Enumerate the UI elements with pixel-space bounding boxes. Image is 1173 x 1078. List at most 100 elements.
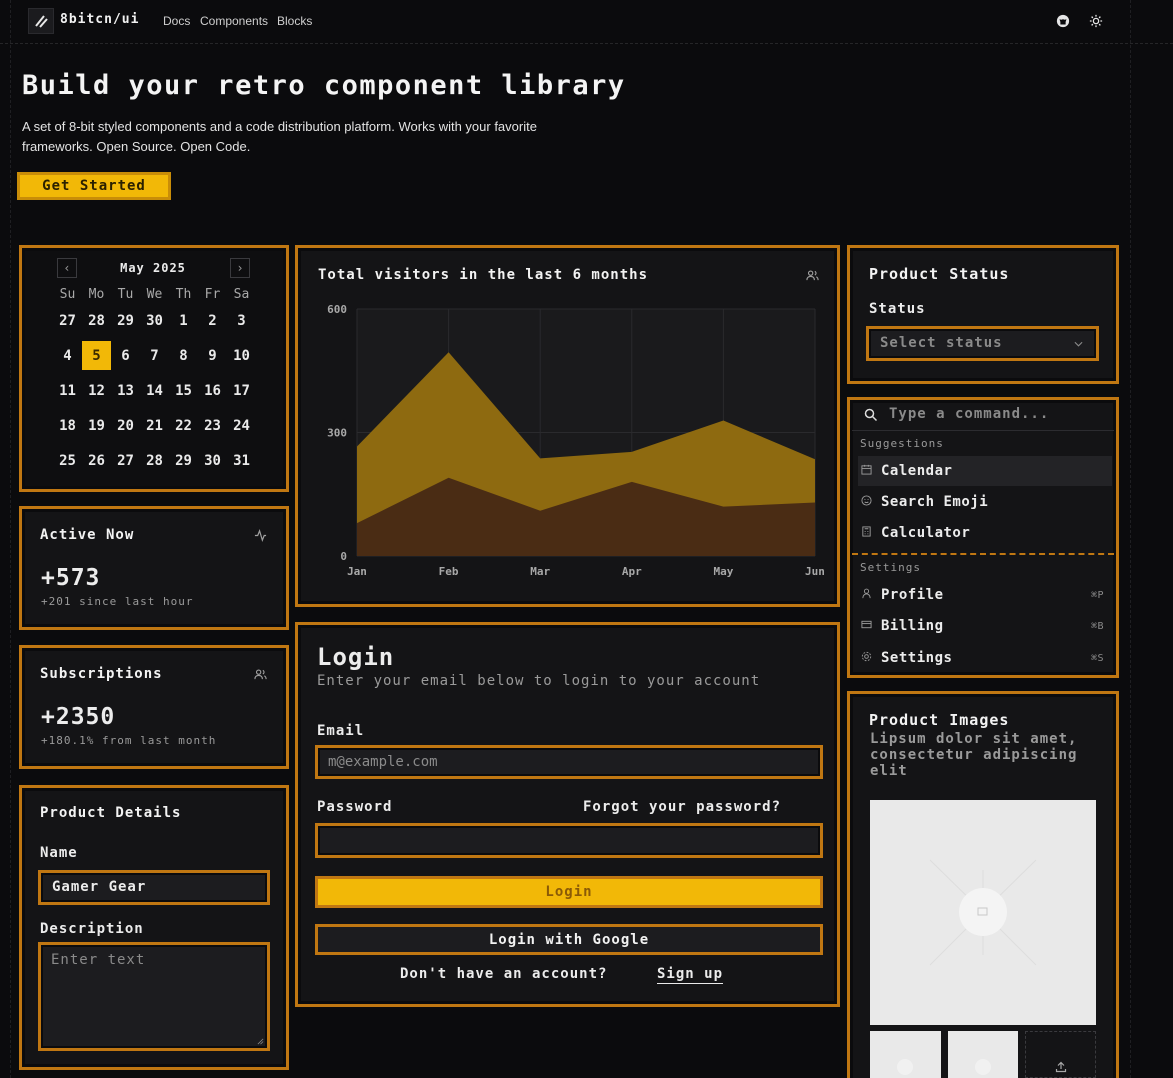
- forgot-password-link[interactable]: Forgot your password?: [583, 799, 781, 815]
- calendar-month: May 2025: [120, 261, 186, 275]
- calendar-day[interactable]: 13: [111, 373, 140, 408]
- image-placeholder-icon: [929, 859, 1037, 966]
- logo-icon[interactable]: [28, 8, 54, 34]
- main-product-image[interactable]: [870, 800, 1096, 1025]
- suggestions-heading: Suggestions: [860, 437, 944, 450]
- shortcut-profile: ⌘P: [1090, 589, 1104, 601]
- calendar-day[interactable]: 30: [198, 443, 227, 478]
- calendar-day[interactable]: 3: [227, 303, 256, 338]
- calendar-day[interactable]: 28: [140, 443, 169, 478]
- calendar-day[interactable]: 4: [53, 338, 82, 373]
- calendar-day[interactable]: 24: [227, 408, 256, 443]
- github-icon[interactable]: [1054, 12, 1072, 30]
- calendar-day[interactable]: 29: [169, 443, 198, 478]
- command-item-label: Search Emoji: [881, 494, 989, 510]
- subscriptions-title: Subscriptions: [40, 666, 163, 682]
- calendar-day[interactable]: 19: [82, 408, 111, 443]
- active-now-title: Active Now: [40, 527, 135, 543]
- calendar-day[interactable]: 9: [198, 338, 227, 373]
- y-tick-label: 0: [340, 550, 347, 563]
- command-item-label: Billing: [881, 618, 944, 634]
- calendar-day[interactable]: 12: [82, 373, 111, 408]
- subscriptions-sub: +180.1% from last month: [41, 734, 217, 747]
- calendar-day[interactable]: 1: [169, 303, 198, 338]
- calendar-day[interactable]: 22: [169, 408, 198, 443]
- calendar-day[interactable]: 28: [82, 303, 111, 338]
- nav-components[interactable]: Components: [200, 14, 268, 28]
- command-item-settings[interactable]: Settings ⌘S: [858, 643, 1112, 673]
- y-tick-label: 300: [327, 427, 347, 440]
- calendar-day[interactable]: 27: [53, 303, 82, 338]
- calendar-day[interactable]: 6: [111, 338, 140, 373]
- command-item-calendar[interactable]: Calendar: [858, 456, 1112, 486]
- upload-thumbnail-button[interactable]: [1025, 1031, 1096, 1078]
- calendar-day[interactable]: 2: [198, 303, 227, 338]
- activity-icon: [254, 529, 267, 545]
- name-input[interactable]: Gamer Gear: [38, 870, 270, 905]
- calendar-day[interactable]: 17: [227, 373, 256, 408]
- get-started-button[interactable]: Get Started: [20, 172, 168, 200]
- login-button[interactable]: Login: [318, 876, 820, 908]
- search-icon: [864, 408, 878, 422]
- weekday-header: Th: [175, 286, 192, 302]
- calendar-day[interactable]: 27: [111, 443, 140, 478]
- product-details-title: Product Details: [40, 805, 182, 821]
- calendar-day[interactable]: 7: [140, 338, 169, 373]
- resize-handle-icon[interactable]: [257, 1038, 264, 1045]
- calendar-day[interactable]: 31: [227, 443, 256, 478]
- command-item-label: Settings: [881, 650, 953, 666]
- command-item-profile[interactable]: Profile ⌘P: [858, 580, 1112, 610]
- calendar-day[interactable]: 8: [169, 338, 198, 373]
- password-input[interactable]: [315, 823, 823, 858]
- calendar-day[interactable]: 29: [111, 303, 140, 338]
- command-item-label: Calendar: [881, 463, 953, 479]
- login-title: Login: [317, 643, 395, 671]
- calendar-day[interactable]: 25: [53, 443, 82, 478]
- command-item-search-emoji[interactable]: Search Emoji: [858, 487, 1112, 517]
- calendar-day[interactable]: 23: [198, 408, 227, 443]
- command-item-billing[interactable]: Billing ⌘B: [858, 611, 1112, 641]
- calendar-day-selected[interactable]: 5: [82, 341, 111, 370]
- brand-name[interactable]: 8bitcn/ui: [60, 12, 139, 27]
- chevron-left-icon: ‹: [63, 261, 71, 275]
- calendar-day[interactable]: 26: [82, 443, 111, 478]
- weekday-header: Fr: [204, 286, 221, 302]
- description-label: Description: [40, 921, 144, 937]
- x-tick-label: Feb: [439, 565, 459, 578]
- nav-docs[interactable]: Docs: [163, 14, 190, 28]
- calendar-day[interactable]: 21: [140, 408, 169, 443]
- calendar-next-button[interactable]: ›: [230, 258, 250, 278]
- sign-up-link[interactable]: Sign up: [657, 966, 724, 984]
- command-search[interactable]: Type a command...: [852, 402, 1114, 431]
- hero-description: A set of 8-bit styled components and a c…: [22, 119, 537, 154]
- calendar-prev-button[interactable]: ‹: [57, 258, 77, 278]
- calendar-day[interactable]: 30: [140, 303, 169, 338]
- sun-icon[interactable]: [1087, 12, 1105, 30]
- calendar-day[interactable]: 11: [53, 373, 82, 408]
- login-with-google-button[interactable]: Login with Google: [318, 924, 820, 955]
- command-item-label: Calculator: [881, 525, 971, 541]
- product-status-title: Product Status: [869, 265, 1010, 283]
- nav-blocks[interactable]: Blocks: [277, 14, 312, 28]
- weekday-header: Tu: [117, 286, 134, 302]
- calendar-day[interactable]: 15: [169, 373, 198, 408]
- chart-title: Total visitors in the last 6 months: [318, 267, 649, 283]
- x-tick-label: Mar: [530, 565, 550, 578]
- calendar-day[interactable]: 10: [227, 338, 256, 373]
- command-divider: [852, 553, 1114, 555]
- login-subtitle: Enter your email below to login to your …: [317, 673, 761, 689]
- site-header: 8bitcn/ui Docs Components Blocks: [0, 0, 1173, 44]
- thumbnail-1[interactable]: [870, 1031, 941, 1078]
- chevron-right-icon: ›: [236, 261, 244, 275]
- calendar-day[interactable]: 16: [198, 373, 227, 408]
- calendar-day[interactable]: 20: [111, 408, 140, 443]
- thumbnail-2[interactable]: [948, 1031, 1018, 1078]
- calendar-day[interactable]: 14: [140, 373, 169, 408]
- calendar-icon: [861, 464, 877, 478]
- description-textarea[interactable]: Enter text: [38, 942, 270, 1051]
- visitors-area-chart: 600 300 0Jan Feb Mar Apr May Jun: [327, 303, 825, 578]
- status-select[interactable]: Select status: [866, 326, 1099, 361]
- email-input[interactable]: m@example.com: [315, 745, 823, 779]
- command-item-calculator[interactable]: Calculator: [858, 518, 1112, 548]
- calendar-day[interactable]: 18: [53, 408, 82, 443]
